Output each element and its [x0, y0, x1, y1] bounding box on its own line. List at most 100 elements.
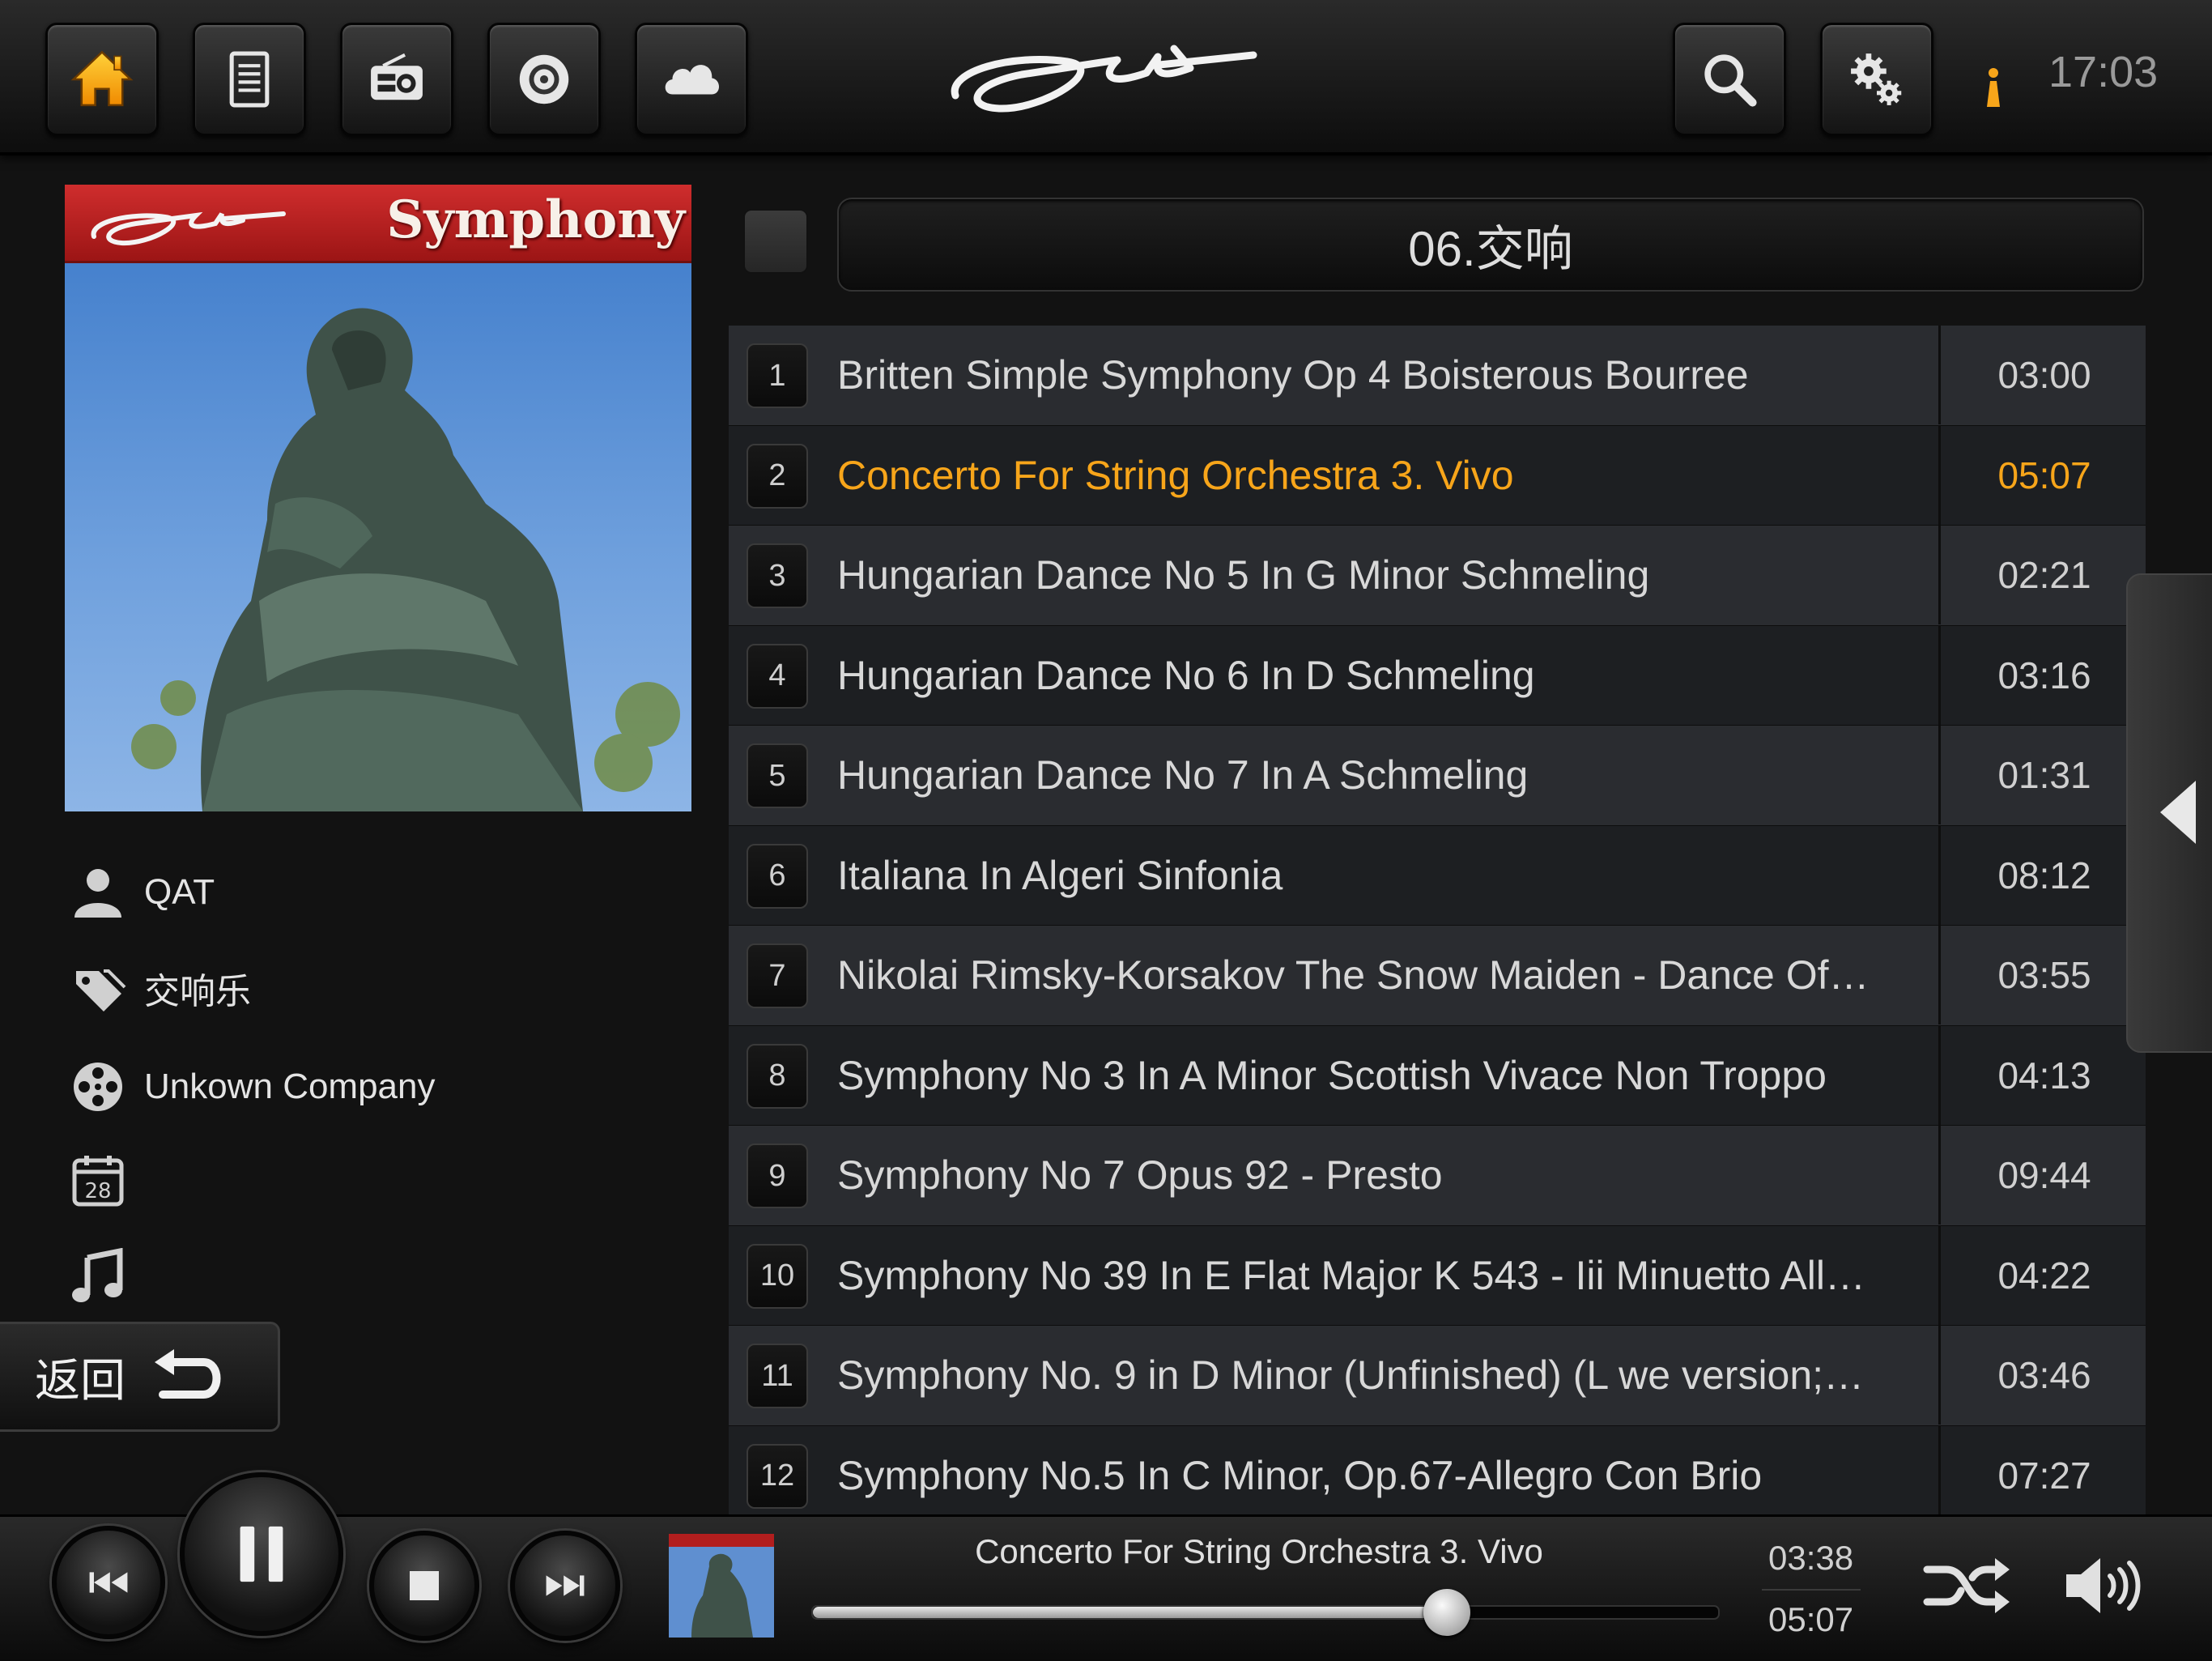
track-title: Hungarian Dance No 5 In G Minor Schmelin…: [837, 552, 1650, 598]
current-time: 03:38: [1768, 1539, 1854, 1577]
cd-icon: [519, 54, 569, 104]
qat-logo-small: [91, 211, 286, 246]
track-duration: 03:46: [1938, 1326, 2148, 1425]
track-title: Symphony No. 9 in D Minor (Unfinished) (…: [837, 1352, 1865, 1398]
track-number: 12: [747, 1443, 808, 1509]
now-playing-title: Concerto For String Orchestra 3. Vivo: [975, 1532, 1543, 1570]
progress-bar[interactable]: [811, 1589, 1720, 1636]
cloud-button[interactable]: [635, 23, 748, 136]
playlist-title-bar: 06.交响: [837, 198, 2144, 292]
track-title: Italiana In Algeri Sinfonia: [837, 852, 1283, 898]
select-all-checkbox[interactable]: [743, 209, 808, 274]
meta-date: 28: [70, 1148, 653, 1213]
total-time: 05:07: [1768, 1600, 1854, 1638]
meta-genre: 交响乐: [70, 956, 653, 1020]
track-row[interactable]: 7 Nikolai Rimsky-Korsakov The Snow Maiden…: [729, 926, 2146, 1026]
track-title: Hungarian Dance No 7 In A Schmeling: [837, 752, 1529, 798]
track-row[interactable]: 11 Symphony No. 9 in D Minor (Unfinished)…: [729, 1326, 2146, 1426]
track-list: 1 Britten Simple Symphony Op 4 Boisterous…: [729, 326, 2146, 1526]
pause-icon: [240, 1526, 283, 1582]
track-duration: 04:13: [1938, 1025, 2148, 1125]
progress-knob[interactable]: [1423, 1589, 1470, 1636]
track-row[interactable]: 4 Hungarian Dance No 6 In D Schmeling 03:1…: [729, 625, 2146, 726]
track-row[interactable]: 8 Symphony No 3 In A Minor Scottish Vivac…: [729, 1025, 2148, 1126]
genre-name: 交响乐: [144, 972, 251, 1012]
back-button[interactable]: 返回: [0, 1322, 280, 1432]
album-art-banner: Symphony: [65, 185, 691, 263]
film-reel-icon: [74, 1063, 122, 1111]
track-duration: 04:22: [1938, 1225, 2148, 1325]
now-playing-thumbnail: [669, 1534, 774, 1638]
top-bar: 17:03: [0, 0, 2212, 155]
side-panel-handle[interactable]: [2126, 573, 2212, 1053]
back-label: 返回: [35, 1354, 125, 1406]
radio-icon: [371, 53, 423, 100]
skip-next-icon: [546, 1575, 585, 1596]
track-duration: 03:55: [1938, 926, 2148, 1024]
track-title: Hungarian Dance No 6 In D Schmeling: [837, 652, 1535, 698]
meta-artist: QAT: [70, 860, 653, 925]
cd-button[interactable]: [487, 23, 601, 136]
music-note-icon: [72, 1248, 123, 1302]
track-title: Concerto For String Orchestra 3. Vivo: [837, 452, 1514, 498]
calendar-day: 28: [84, 1179, 111, 1203]
person-icon: [74, 869, 121, 918]
track-title: Britten Simple Symphony Op 4 Boisterous …: [837, 352, 1749, 398]
track-row[interactable]: 5 Hungarian Dance No 7 In A Schmeling 01:3…: [729, 726, 2146, 826]
track-row[interactable]: 9 Symphony No 7 Opus 92 - Presto 09:44: [729, 1126, 2146, 1226]
clock: 17:03: [2048, 48, 2159, 96]
list-icon: [229, 51, 270, 108]
track-row[interactable]: 10 Symphony No 39 In E Flat Major K 543 -…: [729, 1225, 2148, 1326]
tag-icon: [76, 969, 126, 1012]
playlist-button[interactable]: [193, 23, 306, 136]
track-duration: 03:00: [1938, 326, 2148, 424]
track-number: 9: [747, 1144, 808, 1208]
track-number: 11: [747, 1344, 808, 1408]
artist-name: QAT: [144, 872, 215, 912]
volume-icon[interactable]: [2063, 1552, 2147, 1620]
track-number: 2: [747, 443, 808, 509]
track-duration: 02:21: [1938, 526, 2148, 624]
track-title: Symphony No 39 In E Flat Major K 543 - I…: [837, 1252, 1865, 1298]
search-button[interactable]: [1673, 23, 1786, 136]
track-number: 8: [747, 1043, 808, 1109]
shuffle-icon[interactable]: [1922, 1552, 2011, 1620]
previous-button[interactable]: [52, 1526, 165, 1639]
label-name: Unkown Company: [144, 1067, 436, 1106]
track-duration: 05:07: [1938, 425, 2148, 525]
track-row[interactable]: 12 Symphony No.5 In C Minor, Op.67-Allegr…: [729, 1425, 2146, 1526]
track-number: 6: [747, 843, 808, 909]
statue-image: [131, 308, 680, 811]
track-number: 3: [747, 543, 808, 608]
pause-button[interactable]: [180, 1472, 343, 1636]
meta-label: Unkown Company: [70, 1054, 653, 1119]
track-number: 5: [747, 743, 808, 808]
progress-fill: [813, 1607, 1447, 1618]
track-number: 1: [747, 343, 808, 408]
track-row[interactable]: 2 Concerto For String Orchestra 3. Vivo 05…: [729, 425, 2148, 526]
home-button[interactable]: [45, 23, 159, 136]
track-title: Symphony No 7 Opus 92 - Presto: [837, 1152, 1443, 1198]
cloud-icon: [665, 65, 720, 95]
next-button[interactable]: [510, 1531, 620, 1641]
album-art: Symphony: [65, 185, 691, 811]
track-row[interactable]: 1 Britten Simple Symphony Op 4 Boisterous…: [729, 326, 2146, 426]
settings-button[interactable]: [1820, 23, 1933, 136]
search-icon: [1704, 54, 1757, 107]
track-duration: 08:12: [1938, 825, 2148, 925]
track-row[interactable]: 3 Hungarian Dance No 5 In G Minor Schmeli…: [729, 526, 2146, 626]
track-number: 7: [747, 943, 808, 1008]
track-title: Nikolai Rimsky-Korsakov The Snow Maiden …: [837, 952, 1870, 998]
skip-previous-icon: [89, 1572, 128, 1593]
track-title: Symphony No 3 In A Minor Scottish Vivace…: [837, 1052, 1827, 1098]
stop-button[interactable]: [369, 1531, 479, 1641]
track-duration: 01:31: [1938, 726, 2148, 824]
track-duration: 09:44: [1938, 1126, 2148, 1224]
signal-icon: [1987, 68, 2000, 107]
playlist-title: 06.交响: [1408, 221, 1573, 276]
radio-button[interactable]: [340, 23, 453, 136]
qat-logo: [951, 45, 1257, 113]
track-row[interactable]: 6 Italiana In Algeri Sinfonia 08:12: [729, 825, 2148, 926]
album-cover-title: Symphony: [386, 190, 685, 250]
home-icon: [70, 50, 134, 107]
